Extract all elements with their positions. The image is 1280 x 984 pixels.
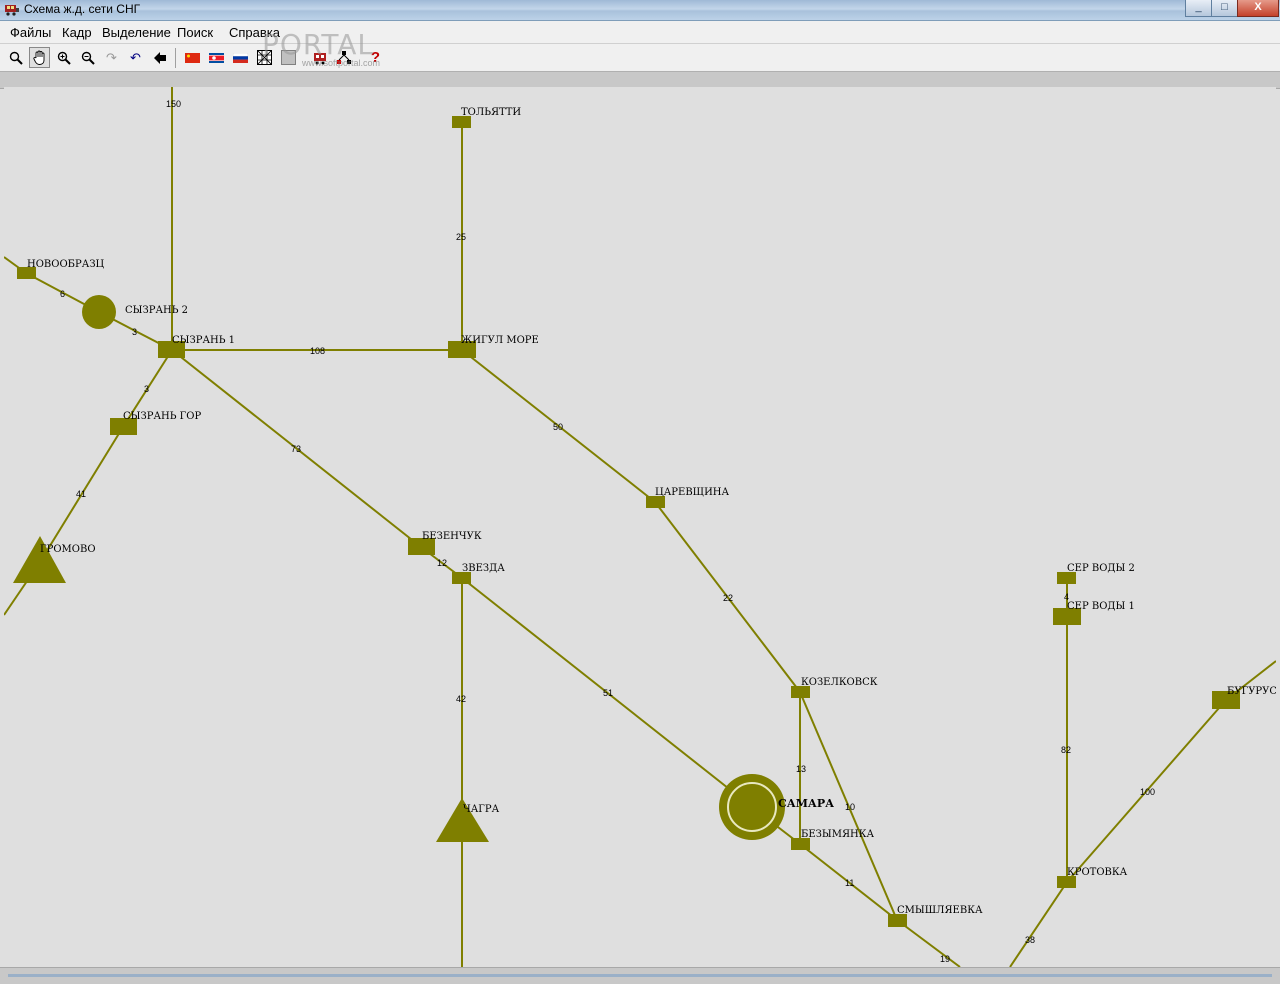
station-label-krotovka[interactable]: КРОТОВКА bbox=[1067, 867, 1128, 878]
flag-russia-icon[interactable] bbox=[230, 47, 251, 68]
menu-bar: Файлы Кадр Выделение Поиск Справка bbox=[0, 21, 1280, 43]
station-label-smyshlyaevka[interactable]: СМЫШЛЯЕВКА bbox=[897, 905, 983, 916]
distance-label: 6 bbox=[60, 289, 65, 299]
track-lines bbox=[4, 87, 1276, 967]
distance-label: 19 bbox=[940, 954, 950, 964]
distance-label: 100 bbox=[1140, 787, 1155, 797]
toolbar-separator bbox=[175, 48, 176, 68]
distance-label: 50 bbox=[553, 422, 563, 432]
station-label-syzran2[interactable]: СЫЗРАНЬ 2 bbox=[125, 305, 188, 316]
station-markers bbox=[13, 116, 1240, 927]
minimize-button[interactable]: _ bbox=[1185, 0, 1212, 17]
station-label-gromovo[interactable]: ГРОМОВО bbox=[40, 544, 96, 555]
horizontal-scrollbar[interactable] bbox=[0, 967, 1280, 984]
distance-label: 150 bbox=[166, 99, 181, 109]
station-label-syzran1[interactable]: СЫЗРАНЬ 1 bbox=[172, 335, 235, 346]
railway-map[interactable]: ТОЛЬЯТТИ НОВООБРАЗЦ СЫЗРАНЬ 2 СЫЗРАНЬ 1 … bbox=[4, 87, 1276, 967]
station-label-ser-vody1[interactable]: СЕР ВОДЫ 1 bbox=[1067, 601, 1135, 612]
watermark-url: www.softportal.com bbox=[302, 58, 381, 68]
station-labels: ТОЛЬЯТТИ НОВООБРАЗЦ СЫЗРАНЬ 2 СЫЗРАНЬ 1 … bbox=[27, 107, 1276, 916]
menu-files[interactable]: Файлы bbox=[10, 25, 51, 40]
scrollbar-track[interactable] bbox=[8, 974, 1272, 977]
distance-label: 42 bbox=[456, 694, 466, 704]
distance-label: 11 bbox=[845, 878, 854, 888]
distance-label: 3 bbox=[132, 327, 137, 337]
zoom-out-icon[interactable] bbox=[77, 47, 98, 68]
title-bar: Схема ж.д. сети СНГ _ □ X bbox=[0, 0, 1280, 21]
train-app-icon bbox=[5, 5, 19, 16]
station-label-syzran-gor[interactable]: СЫЗРАНЬ ГОР bbox=[123, 411, 201, 422]
flag-north-korea-icon[interactable] bbox=[206, 47, 227, 68]
magnifier-icon[interactable] bbox=[5, 47, 26, 68]
redo-icon[interactable]: ↷ bbox=[101, 47, 122, 68]
distance-label: 51 bbox=[603, 688, 613, 698]
back-icon[interactable] bbox=[149, 47, 170, 68]
station-label-kozelkovsk[interactable]: КОЗЕЛКОВСК bbox=[801, 677, 878, 688]
distance-labels: 150 25 6 3 108 3 50 41 73 12 22 4 42 51 … bbox=[60, 99, 1155, 964]
distance-label: 22 bbox=[723, 593, 733, 603]
distance-label: 38 bbox=[1025, 935, 1035, 945]
station-label-bezymyanka[interactable]: БЕЗЫМЯНКА bbox=[801, 829, 874, 840]
station-label-zhigul-more[interactable]: ЖИГУЛ МОРЕ bbox=[461, 335, 539, 346]
zoom-in-icon[interactable] bbox=[53, 47, 74, 68]
distance-label: 108 bbox=[310, 346, 325, 356]
menu-selection[interactable]: Выделение bbox=[102, 25, 171, 40]
watermark: PORTAL bbox=[262, 28, 375, 61]
maximize-button[interactable]: □ bbox=[1211, 0, 1238, 17]
toolbar: ↷ ↶ ? bbox=[0, 43, 1280, 72]
hand-icon[interactable] bbox=[29, 47, 50, 68]
station-marker-samara[interactable] bbox=[719, 774, 785, 840]
station-label-ser-vody2[interactable]: СЕР ВОДЫ 2 bbox=[1067, 563, 1135, 574]
distance-label: 73 bbox=[291, 444, 301, 454]
distance-label: 13 bbox=[796, 764, 806, 774]
distance-label: 3 bbox=[144, 384, 149, 394]
station-label-novoobrazc[interactable]: НОВООБРАЗЦ bbox=[27, 259, 105, 270]
distance-label: 4 bbox=[1064, 592, 1069, 602]
station-label-carevshchina[interactable]: ЦАРЕВЩИНА bbox=[655, 487, 730, 498]
window-title: Схема ж.д. сети СНГ bbox=[24, 2, 141, 16]
station-label-buguruslan[interactable]: БУГУРУС bbox=[1227, 686, 1276, 697]
menu-search[interactable]: Поиск bbox=[177, 25, 213, 40]
menu-frame[interactable]: Кадр bbox=[62, 25, 92, 40]
flag-china-icon[interactable] bbox=[182, 47, 203, 68]
station-label-zvezda[interactable]: ЗВЕЗДА bbox=[462, 563, 505, 574]
distance-label: 82 bbox=[1061, 745, 1071, 755]
undo-icon[interactable]: ↶ bbox=[125, 47, 146, 68]
distance-label: 12 bbox=[437, 558, 447, 568]
distance-label: 10 bbox=[845, 802, 855, 812]
close-button[interactable]: X bbox=[1237, 0, 1279, 17]
station-label-bezenchuk[interactable]: БЕЗЕНЧУК bbox=[422, 531, 482, 542]
station-label-tolyatti[interactable]: ТОЛЬЯТТИ bbox=[461, 107, 521, 118]
distance-label: 41 bbox=[76, 489, 86, 499]
station-label-chagra[interactable]: ЧАГРА bbox=[463, 804, 500, 815]
railway-map-canvas: ТОЛЬЯТТИ НОВООБРАЗЦ СЫЗРАНЬ 2 СЫЗРАНЬ 1 … bbox=[4, 87, 1276, 967]
station-marker-syzran2[interactable] bbox=[82, 295, 116, 329]
distance-label: 25 bbox=[456, 232, 466, 242]
station-label-samara[interactable]: САМАРА bbox=[778, 797, 834, 810]
